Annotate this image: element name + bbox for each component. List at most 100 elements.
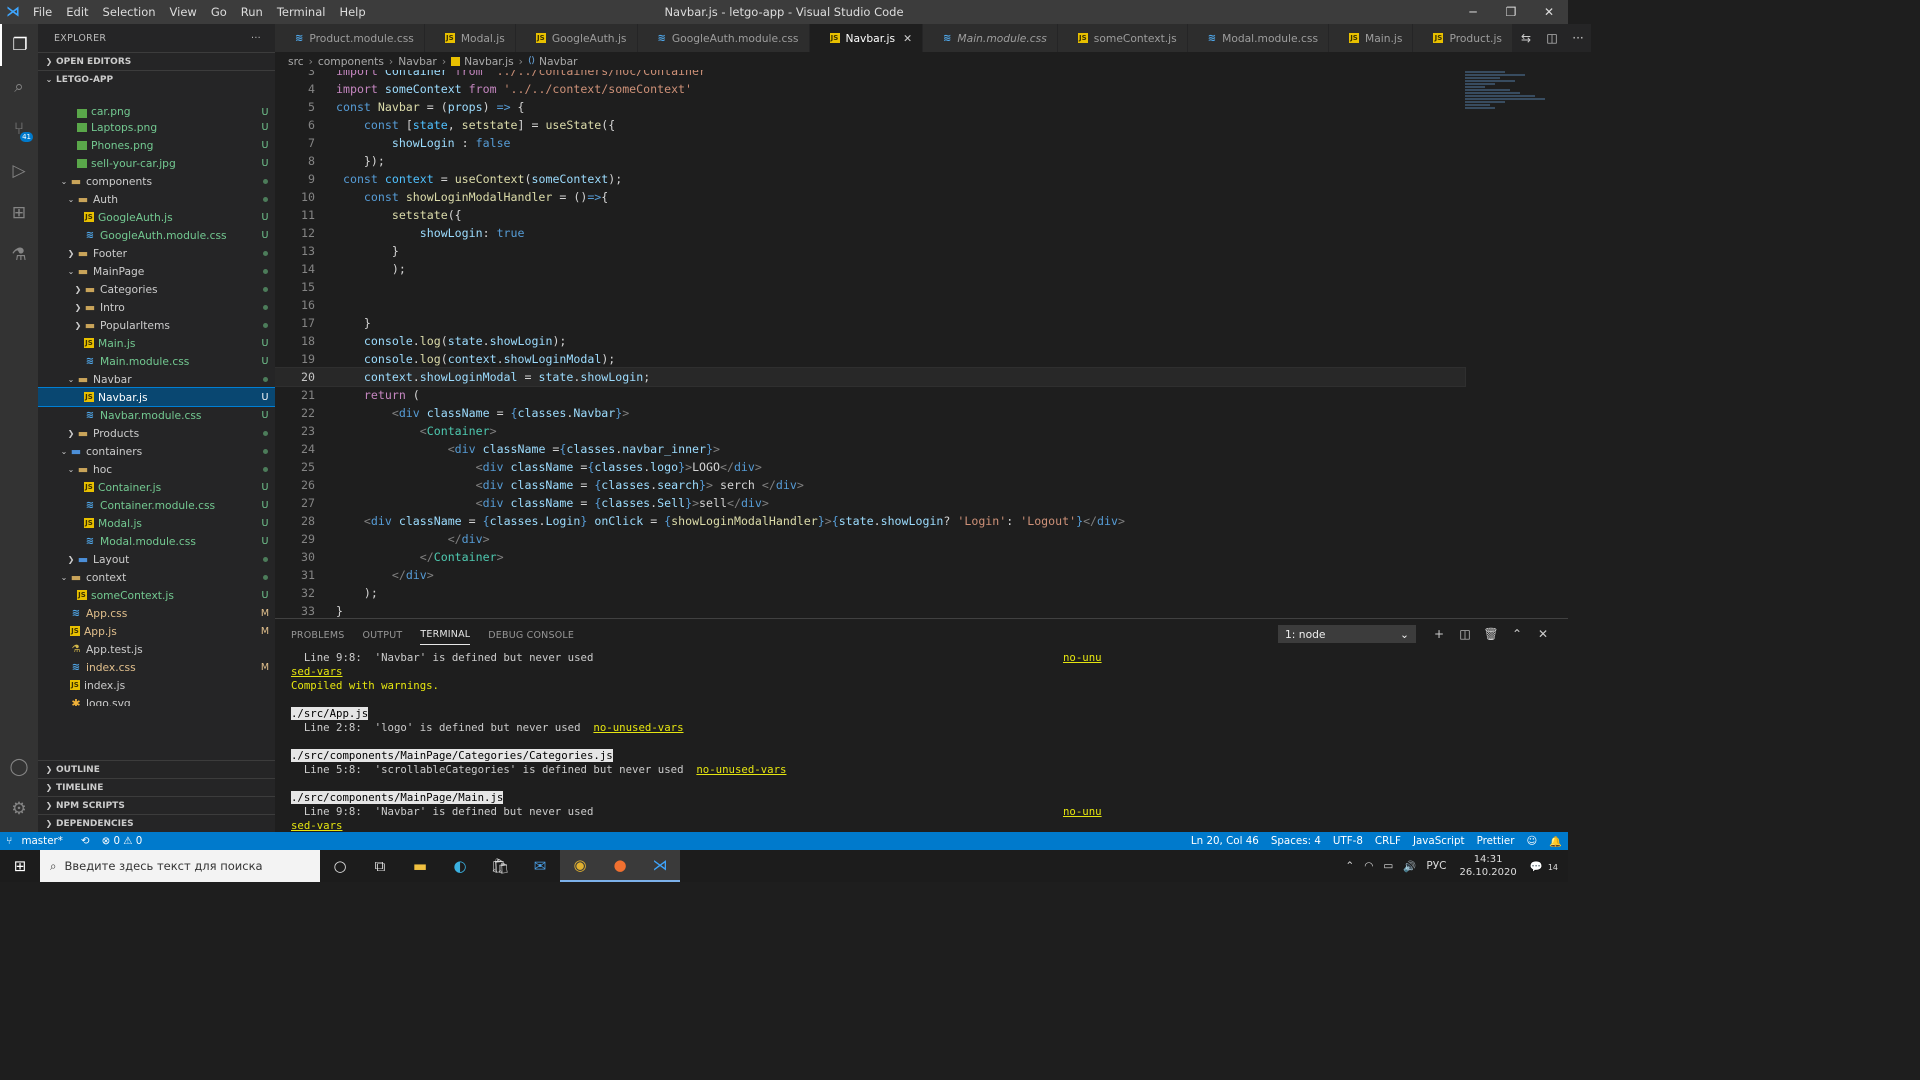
- tree-item-categories[interactable]: ❯ ▬ Categories: [38, 280, 275, 298]
- more-actions-icon[interactable]: ···: [1565, 31, 1591, 45]
- tree-item-sell-your-car-jpg[interactable]: sell-your-car.jpg U: [38, 154, 275, 172]
- windows-start-icon[interactable]: ⊞: [0, 857, 40, 875]
- testing-flask-icon[interactable]: ⚗: [0, 234, 38, 276]
- tree-item-index-js[interactable]: JS index.js: [38, 676, 275, 694]
- code-line[interactable]: 6 const [state, setstate] = useState({: [275, 116, 1465, 134]
- code-line[interactable]: 10 const showLoginModalHandler = ()=>{: [275, 188, 1465, 206]
- code-line[interactable]: 5 const Navbar = (props) => {: [275, 98, 1465, 116]
- language-indicator[interactable]: РУС: [1421, 860, 1451, 872]
- tree-item-intro[interactable]: ❯ ▬ Intro: [38, 298, 275, 316]
- tree-item-car-png[interactable]: car.png U: [38, 108, 275, 118]
- code-line[interactable]: 33}: [275, 602, 1465, 618]
- maximize-panel-icon[interactable]: ⌃: [1504, 627, 1530, 641]
- code-editor[interactable]: 3 import Container from '../../containers…: [275, 70, 1568, 618]
- section-timeline[interactable]: ❯ TIMELINE: [38, 778, 275, 796]
- panel-tab-terminal[interactable]: TERMINAL: [420, 625, 471, 645]
- explorer-icon[interactable]: ❐: [0, 24, 38, 66]
- tree-item-products[interactable]: ❯ ▬ Products: [38, 424, 275, 442]
- open-editors-section[interactable]: ❯ OPEN EDITORS: [38, 52, 275, 70]
- tree-item-laptops-png[interactable]: Laptops.png U: [38, 118, 275, 136]
- breadcrumb-item-src[interactable]: src: [288, 55, 304, 68]
- code-line[interactable]: 12 showLogin: true: [275, 224, 1465, 242]
- breadcrumb-item-navbar-js[interactable]: Navbar.js: [464, 55, 514, 68]
- tree-item-mainpage[interactable]: ⌄ ▬ MainPage: [38, 262, 275, 280]
- code-line[interactable]: 21 return (: [275, 386, 1465, 404]
- menu-selection[interactable]: Selection: [96, 0, 163, 24]
- tab-googleauth-js[interactable]: JS GoogleAuth.js: [515, 24, 638, 52]
- lint-rule-link[interactable]: no-unused-vars: [696, 763, 786, 776]
- terminal-output[interactable]: Line 9:8: 'Navbar' is defined but never …: [291, 651, 1491, 833]
- split-terminal-icon[interactable]: ◫: [1452, 627, 1478, 641]
- section-dependencies[interactable]: ❯ DEPENDENCIES: [38, 814, 275, 832]
- status-ln-20-col-46[interactable]: Ln 20, Col 46: [1185, 835, 1265, 847]
- branch-status[interactable]: ⑂ master*: [0, 835, 75, 847]
- tree-item-components[interactable]: ⌄ ▬ components: [38, 172, 275, 190]
- battery-icon[interactable]: ▭: [1378, 860, 1398, 872]
- code-line[interactable]: 26 <div className = {classes.search}> se…: [275, 476, 1465, 494]
- tree-item-googleauth-js[interactable]: JS GoogleAuth.js U: [38, 208, 275, 226]
- close-tab-icon[interactable]: ✕: [903, 32, 912, 45]
- firefox-icon[interactable]: ●: [600, 850, 640, 882]
- close-icon[interactable]: ✕: [1530, 0, 1568, 24]
- panel-tab-debug-console[interactable]: DEBUG CONSOLE: [488, 626, 574, 645]
- sync-icon[interactable]: ⟲: [75, 835, 96, 847]
- code-line[interactable]: 29 </div>: [275, 530, 1465, 548]
- tree-item-app-test-js[interactable]: ⚗ App.test.js: [38, 640, 275, 658]
- project-section[interactable]: ⌄ LETGO-APP: [38, 70, 275, 88]
- restore-icon[interactable]: ❐: [1492, 0, 1530, 24]
- close-panel-icon[interactable]: ✕: [1530, 627, 1556, 641]
- tree-item-modal-module-css[interactable]: ≋ Modal.module.css U: [38, 532, 275, 550]
- panel-tab-output[interactable]: OUTPUT: [362, 626, 402, 645]
- code-line[interactable]: 19 console.log(context.showLoginModal);: [275, 350, 1465, 368]
- code-line[interactable]: 28 <div className = {classes.Login} onCl…: [275, 512, 1465, 530]
- code-line[interactable]: 3 import Container from '../../containers…: [275, 70, 1465, 80]
- tab-somecontext-js[interactable]: JS someContext.js: [1057, 24, 1188, 52]
- panel-tab-problems[interactable]: PROBLEMS: [291, 626, 344, 645]
- tree-item-containers[interactable]: ⌄ ▬ containers: [38, 442, 275, 460]
- code-line[interactable]: 24 <div className ={classes.navbar_inner…: [275, 440, 1465, 458]
- tree-item-app-css[interactable]: ≋ App.css M: [38, 604, 275, 622]
- tree-item-footer[interactable]: ❯ ▬ Footer: [38, 244, 275, 262]
- file-explorer-icon[interactable]: ▬: [400, 850, 440, 882]
- code-line[interactable]: 32 );: [275, 584, 1465, 602]
- code-line[interactable]: 7 showLogin : false: [275, 134, 1465, 152]
- code-line[interactable]: 15: [275, 278, 1465, 296]
- trash-icon[interactable]: 🗑: [1478, 627, 1504, 641]
- code-line[interactable]: 16: [275, 296, 1465, 314]
- tree-item-main-js[interactable]: JS Main.js U: [38, 334, 275, 352]
- tab-main-module-css[interactable]: ≋ Main.module.css: [923, 24, 1058, 52]
- compare-changes-icon[interactable]: ⇆: [1513, 31, 1539, 45]
- tab-modal-module-css[interactable]: ≋ Modal.module.css: [1187, 24, 1330, 52]
- tree-item-main-module-css[interactable]: ≋ Main.module.css U: [38, 352, 275, 370]
- code-line[interactable]: 14 );: [275, 260, 1465, 278]
- tab-navbar-js[interactable]: JS Navbar.js ✕: [809, 24, 924, 52]
- code-line[interactable]: 30 </Container>: [275, 548, 1465, 566]
- feedback-icon[interactable]: ☺: [1520, 835, 1543, 847]
- tree-item-index-css[interactable]: ≋ index.css M: [38, 658, 275, 676]
- clock[interactable]: 14:31 26.10.2020: [1451, 853, 1524, 879]
- tree-item-navbar-js[interactable]: JS Navbar.js U: [38, 387, 275, 407]
- status-prettier[interactable]: Prettier: [1471, 835, 1521, 847]
- breadcrumb-item-navbar[interactable]: Navbar: [539, 55, 578, 68]
- settings-gear-icon[interactable]: ⚙: [0, 788, 38, 830]
- menu-view[interactable]: View: [163, 0, 204, 24]
- code-line[interactable]: 4 import someContext from '../../context/…: [275, 80, 1465, 98]
- menu-terminal[interactable]: Terminal: [270, 0, 333, 24]
- section-npm-scripts[interactable]: ❯ NPM SCRIPTS: [38, 796, 275, 814]
- new-terminal-icon[interactable]: +: [1426, 627, 1452, 641]
- extensions-icon[interactable]: ⊞: [0, 192, 38, 234]
- menu-edit[interactable]: Edit: [59, 0, 95, 24]
- lint-rule-link[interactable]: no-unu: [1063, 805, 1102, 819]
- status-javascript[interactable]: JavaScript: [1407, 835, 1471, 847]
- tree-item-hoc[interactable]: ⌄ ▬ hoc: [38, 460, 275, 478]
- edge-icon[interactable]: ◐: [440, 850, 480, 882]
- tree-item-auth[interactable]: ⌄ ▬ Auth: [38, 190, 275, 208]
- minimize-icon[interactable]: ─: [1454, 0, 1492, 24]
- tab-modal-js[interactable]: JS Modal.js: [424, 24, 516, 52]
- run-debug-icon[interactable]: ▷: [0, 150, 38, 192]
- code-line[interactable]: 23 <Container>: [275, 422, 1465, 440]
- more-actions-icon[interactable]: ···: [251, 33, 261, 44]
- split-editor-icon[interactable]: ◫: [1539, 31, 1565, 45]
- chrome-icon[interactable]: ◉: [560, 850, 600, 882]
- menu-run[interactable]: Run: [234, 0, 270, 24]
